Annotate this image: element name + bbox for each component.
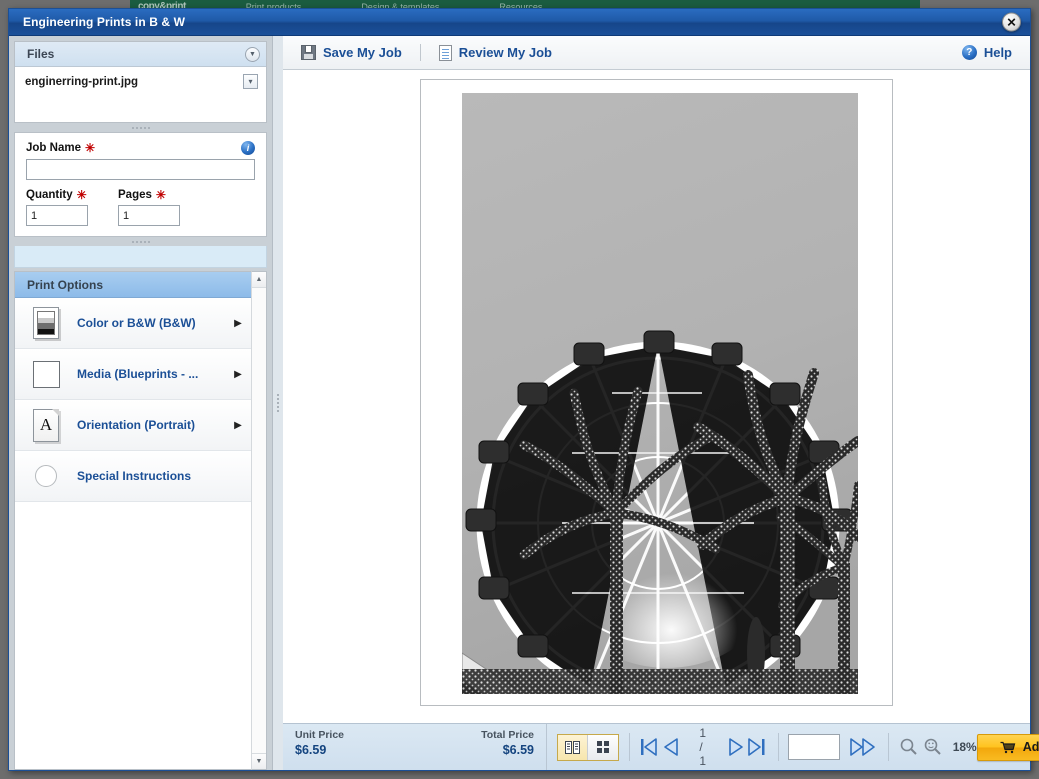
preview-image <box>462 93 858 694</box>
add-to-cart-label: Add to Cart <box>1022 740 1039 754</box>
help-button[interactable]: ? Help <box>958 45 1016 60</box>
previous-page-icon[interactable] <box>661 735 681 759</box>
job-name-input[interactable] <box>26 159 255 180</box>
help-label: Help <box>983 45 1012 60</box>
panel-splitter[interactable] <box>14 237 267 246</box>
toolbar-divider <box>419 44 421 61</box>
close-icon[interactable]: ✕ <box>1002 12 1021 32</box>
add-to-cart-button[interactable]: Add to Cart <box>976 733 1039 761</box>
modal-titlebar: Engineering Prints in B & W ✕ <box>9 9 1030 36</box>
print-job-modal: Engineering Prints in B & W ✕ Files ▼ en… <box>8 8 1039 771</box>
scroll-down-icon[interactable]: ▼ <box>252 753 266 769</box>
info-icon[interactable]: i <box>241 141 255 155</box>
chevron-right-icon: ▶ <box>234 317 242 329</box>
print-options-panel: Print Options Color or B&W (B&W) ▶ Media… <box>14 271 251 770</box>
required-marker: ✳ <box>155 188 166 202</box>
total-price-value: $6.59 <box>502 743 534 757</box>
files-panel: Files ▼ enginerring-print.jpg ▾ <box>14 41 267 123</box>
preview-navigation-tools: 1 / 1 18% <box>547 724 977 770</box>
save-icon <box>301 45 316 60</box>
pages-input[interactable] <box>118 205 180 226</box>
next-page-icon[interactable] <box>726 735 746 759</box>
print-option-media[interactable]: Media (Blueprints - ... ▶ <box>15 349 251 400</box>
last-page-icon[interactable] <box>746 735 768 759</box>
total-price-label: Total Price <box>481 729 534 741</box>
zoom-out-icon[interactable] <box>899 737 919 757</box>
page-sheet <box>420 79 893 706</box>
print-option-label: Color or B&W (B&W) <box>77 316 196 330</box>
fast-forward-icon[interactable] <box>848 735 878 759</box>
unit-price-value: $6.59 <box>295 743 327 757</box>
document-icon <box>438 44 452 61</box>
zoom-level-label: 18% <box>952 740 977 754</box>
modal-body: Files ▼ enginerring-print.jpg ▾ Job Name… <box>9 36 1039 770</box>
main-area: Save My Job Review My Job ? Help Unit Pr… <box>283 36 1039 770</box>
print-option-special-instructions[interactable]: Special Instructions <box>15 451 251 502</box>
circle-icon <box>15 465 77 487</box>
print-option-label: Media (Blueprints - ... <box>77 367 199 381</box>
main-toolbar: Save My Job Review My Job ? Help <box>283 36 1030 70</box>
column-splitter[interactable] <box>273 36 283 770</box>
zoom-in-icon[interactable] <box>923 737 943 757</box>
file-name-label: enginerring-print.jpg <box>25 75 139 88</box>
print-option-label: Special Instructions <box>77 469 192 483</box>
panel-splitter[interactable] <box>14 123 267 132</box>
cart-icon <box>1000 741 1015 753</box>
unit-price-label: Unit Price <box>295 729 345 741</box>
chevron-down-icon[interactable]: ▾ <box>243 74 258 89</box>
review-my-job-button[interactable]: Review My Job <box>435 44 556 61</box>
orientation-portrait-icon: A <box>15 408 77 442</box>
single-page-view-icon[interactable] <box>558 734 588 760</box>
files-list: enginerring-print.jpg ▾ <box>15 67 266 122</box>
modal-title: Engineering Prints in B & W <box>23 15 186 29</box>
review-my-job-label: Review My Job <box>458 45 552 60</box>
status-bar: Unit Price Total Price $6.59 $6.59 1 / 1… <box>283 723 1039 770</box>
grid-view-icon[interactable] <box>588 734 618 760</box>
help-icon: ? <box>961 45 977 60</box>
page-indicator: 1 / 1 <box>699 726 707 768</box>
quantity-input[interactable] <box>26 205 88 226</box>
print-option-orientation[interactable]: A Orientation (Portrait) ▶ <box>15 400 251 451</box>
view-mode-group <box>557 733 619 761</box>
print-option-color-bw[interactable]: Color or B&W (B&W) ▶ <box>15 298 251 349</box>
save-my-job-label: Save My Job <box>323 45 402 60</box>
files-panel-header: Files ▼ <box>15 42 266 67</box>
job-info-panel: Job Name ✳ i Quantity ✳ 1 Pages ✳ 1 <box>14 132 267 237</box>
left-sidebar: Files ▼ enginerring-print.jpg ▾ Job Name… <box>9 36 273 770</box>
print-options-header: Print Options <box>15 272 251 298</box>
chevron-right-icon: ▶ <box>234 419 242 431</box>
first-page-icon[interactable] <box>639 735 661 759</box>
chevron-down-icon[interactable]: ▼ <box>245 46 260 62</box>
media-sheet-icon <box>15 360 77 388</box>
goto-page-input[interactable] <box>788 734 841 760</box>
print-option-label: Orientation (Portrait) <box>77 418 196 432</box>
required-marker: ✳ <box>84 141 96 155</box>
files-panel-title: Files <box>27 47 55 61</box>
job-name-label: Job Name ✳ <box>26 141 96 155</box>
print-options-scrollbar[interactable]: ▲ ▼ <box>251 271 267 770</box>
chevron-right-icon: ▶ <box>234 368 242 380</box>
panel-spacer <box>14 246 267 268</box>
save-my-job-button[interactable]: Save My Job <box>297 45 406 60</box>
quantity-label: Quantity ✳ <box>26 188 87 202</box>
required-marker: ✳ <box>76 188 87 202</box>
bw-page-icon <box>15 307 77 339</box>
print-options-wrapper: Print Options Color or B&W (B&W) ▶ Media… <box>14 271 267 770</box>
list-item[interactable]: enginerring-print.jpg ▾ <box>25 74 258 89</box>
document-preview[interactable] <box>283 70 1030 723</box>
add-to-cart-wrapper: Add to Cart <box>976 724 1039 770</box>
pages-label: Pages ✳ <box>118 188 166 202</box>
price-summary: Unit Price Total Price $6.59 $6.59 <box>283 724 547 770</box>
scroll-up-icon[interactable]: ▲ <box>252 272 266 288</box>
